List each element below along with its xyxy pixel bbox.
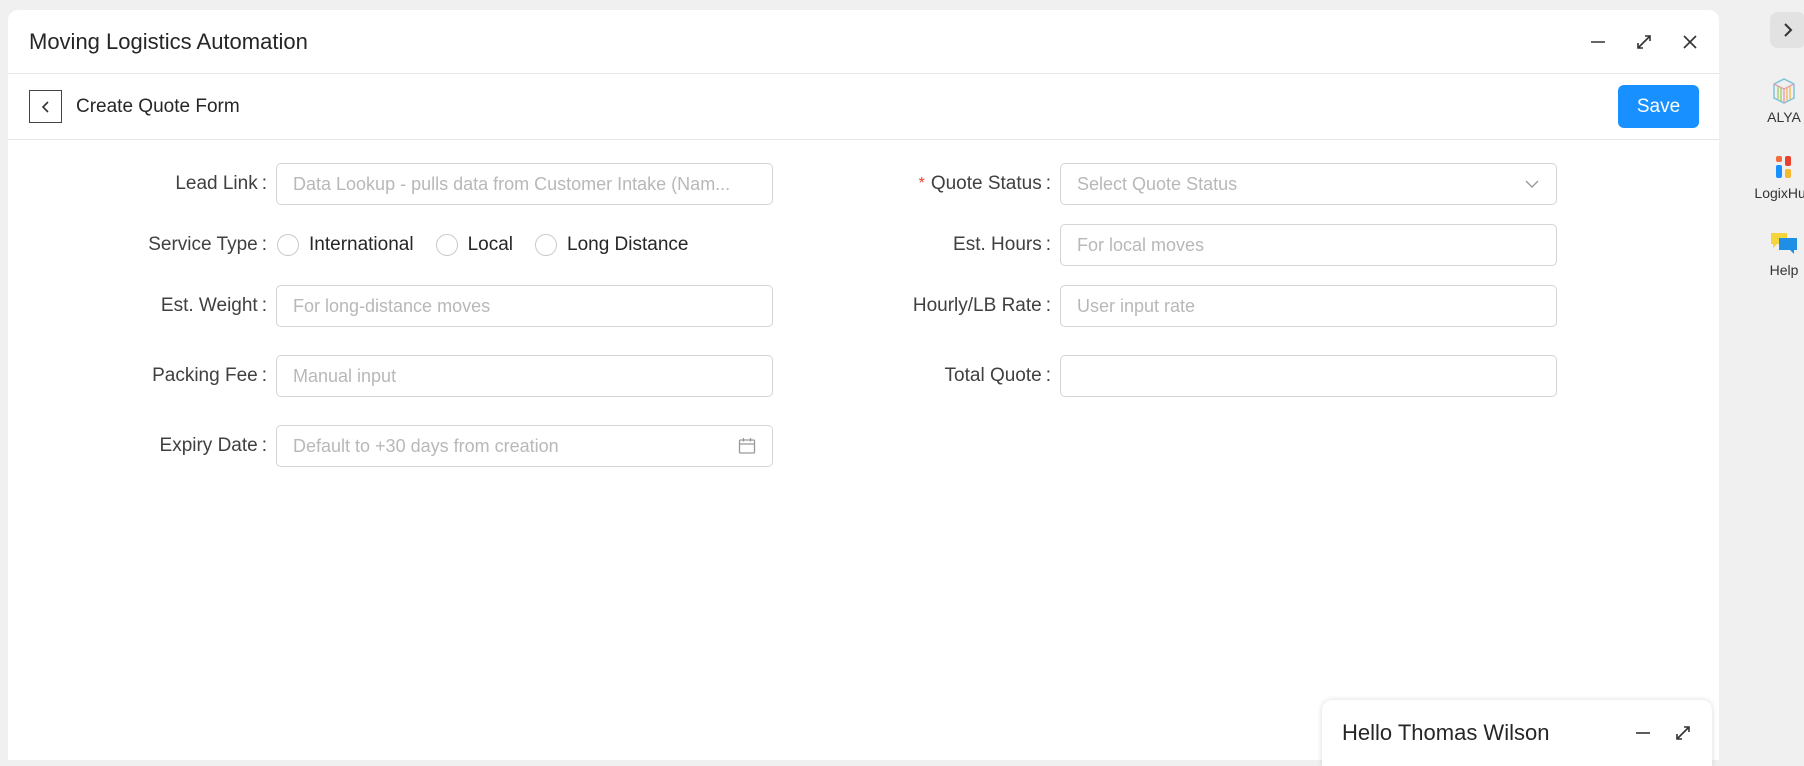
quote-status-row: * Quote Status: Select Quote Status [788, 163, 1557, 205]
radio-circle[interactable] [435, 234, 458, 256]
chat-panel[interactable]: Hello Thomas Wilson [1322, 700, 1712, 766]
est-weight-label: Est. Weight: [160, 295, 267, 316]
minimize-button[interactable] [1581, 25, 1615, 59]
quote-status-label: * Quote Status: [918, 173, 1051, 194]
radio-circle[interactable] [277, 234, 299, 256]
packing-fee-input[interactable]: Manual input [276, 355, 773, 397]
expand-icon [1637, 34, 1651, 49]
hourly-rate-row: Hourly/LB Rate: User input rate [788, 285, 1557, 327]
total-quote-label: Total Quote: [944, 365, 1051, 386]
rail-item-logixhub[interactable]: LogixHub [1752, 152, 1804, 201]
required-asterisk: * [918, 175, 925, 192]
total-quote-row: Total Quote: [788, 355, 1557, 397]
service-type-label: Service Type: [148, 234, 267, 255]
page-title: Create Quote Form [76, 95, 240, 117]
total-quote-input[interactable] [1060, 355, 1557, 397]
window-controls [1581, 25, 1707, 59]
rail-item-label: ALYA [1767, 109, 1801, 125]
lead-link-label: Lead Link: [175, 173, 267, 194]
alya-icon [1773, 78, 1795, 104]
minimize-icon[interactable] [1634, 724, 1652, 742]
expand-icon[interactable] [1674, 724, 1692, 742]
est-weight-input[interactable]: For long-distance moves [276, 285, 773, 327]
back-button[interactable] [29, 90, 62, 123]
rail-toggle-button[interactable] [1770, 12, 1804, 48]
rail-item-label: LogixHub [1754, 185, 1804, 201]
radio-international[interactable]: International [276, 234, 414, 256]
rail-item-alya[interactable]: ALYA [1752, 76, 1804, 125]
service-type-row: Service Type: International Local Long D… [8, 224, 709, 266]
calendar-icon[interactable] [738, 437, 756, 455]
chevron-down-icon [1525, 180, 1539, 188]
help-chat-icon [1771, 233, 1797, 254]
chat-greeting: Hello Thomas Wilson [1342, 720, 1550, 745]
rail-item-label: Help [1769, 262, 1799, 278]
expiry-date-label: Expiry Date: [159, 435, 267, 456]
chat-controls [1634, 724, 1692, 742]
chevron-right-icon [1784, 23, 1793, 37]
chevron-left-icon [41, 100, 49, 113]
title-bar: Moving Logistics Automation [8, 10, 1719, 74]
app-window: Moving Logistics Automation Create Quote… [8, 10, 1719, 760]
radio-long-distance[interactable]: Long Distance [534, 234, 688, 256]
radio-local[interactable]: Local [435, 234, 513, 256]
quote-form: Lead Link: Data Lookup - pulls data from… [8, 140, 1719, 700]
close-button[interactable] [1673, 25, 1707, 59]
hourly-rate-input[interactable]: User input rate [1060, 285, 1557, 327]
packing-fee-label: Packing Fee: [152, 365, 267, 386]
service-type-radio-group: International Local Long Distance [276, 234, 709, 256]
radio-circle[interactable] [535, 234, 557, 256]
lead-link-input[interactable]: Data Lookup - pulls data from Customer I… [276, 163, 773, 205]
save-button[interactable]: Save [1618, 85, 1699, 128]
est-hours-input[interactable]: For local moves [1060, 224, 1557, 266]
quote-status-select[interactable]: Select Quote Status [1060, 163, 1557, 205]
est-weight-row: Est. Weight: For long-distance moves [8, 285, 773, 327]
app-title: Moving Logistics Automation [29, 28, 308, 54]
form-header: Create Quote Form Save [8, 74, 1719, 140]
minimize-icon [1591, 40, 1605, 43]
expiry-date-input[interactable]: Default to +30 days from creation [276, 425, 773, 467]
packing-fee-row: Packing Fee: Manual input [8, 355, 773, 397]
hourly-rate-label: Hourly/LB Rate: [912, 295, 1051, 316]
expiry-date-row: Expiry Date: Default to +30 days from cr… [8, 425, 773, 467]
maximize-button[interactable] [1627, 25, 1661, 59]
logixhub-icon [1776, 156, 1791, 178]
est-hours-label: Est. Hours: [953, 234, 1051, 255]
close-icon [1683, 34, 1697, 49]
rail-item-help[interactable]: Help [1752, 229, 1804, 278]
est-hours-row: Est. Hours: For local moves [788, 224, 1557, 266]
lead-link-row: Lead Link: Data Lookup - pulls data from… [8, 163, 773, 205]
